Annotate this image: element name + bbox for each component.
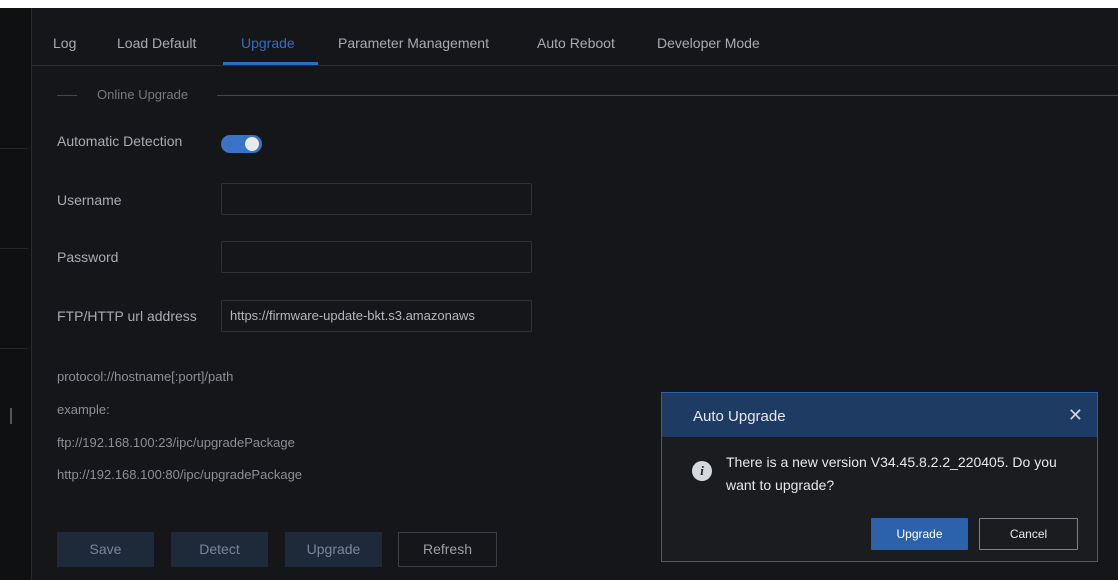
active-tab-indicator — [223, 62, 318, 65]
toggle-knob — [245, 137, 259, 151]
auto-detection-toggle[interactable] — [221, 135, 262, 153]
tab-log[interactable]: Log — [53, 8, 76, 66]
example-ftp: ftp://192.168.100:23/ipc/upgradePackage — [57, 435, 295, 450]
info-icon: i — [692, 461, 712, 481]
tab-bar: Log Load Default Upgrade Parameter Manag… — [32, 8, 1118, 66]
upgrade-settings-window: Log Load Default Upgrade Parameter Manag… — [0, 8, 1118, 580]
section-divider-right — [217, 95, 1118, 96]
sidebar-divider — [0, 248, 28, 249]
username-input[interactable] — [221, 183, 532, 215]
detect-button[interactable]: Detect — [171, 532, 268, 567]
password-label: Password — [57, 249, 119, 265]
upgrade-button[interactable]: Upgrade — [285, 532, 382, 567]
tab-developer-mode[interactable]: Developer Mode — [657, 8, 760, 66]
example-http: http://192.168.100:80/ipc/upgradePackage — [57, 467, 303, 482]
dialog-message: There is a new version V34.45.8.2.2_2204… — [726, 454, 1057, 493]
auto-upgrade-dialog: Auto Upgrade ✕ i There is a new version … — [661, 392, 1098, 562]
left-sidebar — [0, 8, 32, 580]
url-label: FTP/HTTP url address — [57, 308, 197, 324]
section-title: Online Upgrade — [97, 87, 189, 102]
tab-upgrade[interactable]: Upgrade — [241, 8, 295, 66]
sidebar-scroll-marker[interactable] — [10, 408, 12, 424]
sidebar-divider — [0, 348, 28, 349]
tab-load-default[interactable]: Load Default — [117, 8, 196, 66]
dialog-header: Auto Upgrade ✕ — [662, 393, 1097, 437]
example-label: example: — [57, 402, 110, 417]
close-icon[interactable]: ✕ — [1068, 405, 1083, 426]
dialog-cancel-button[interactable]: Cancel — [979, 518, 1078, 550]
save-button[interactable]: Save — [57, 532, 154, 567]
tab-parameter-management[interactable]: Parameter Management — [338, 8, 489, 66]
tab-auto-reboot[interactable]: Auto Reboot — [537, 8, 615, 66]
refresh-button[interactable]: Refresh — [398, 532, 497, 567]
password-input[interactable] — [221, 241, 532, 273]
sidebar-edge — [31, 8, 32, 580]
auto-detection-label: Automatic Detection — [57, 133, 183, 149]
url-input[interactable]: https://firmware-update-bkt.s3.amazonaws — [221, 300, 532, 332]
dialog-title: Auto Upgrade — [693, 408, 786, 425]
dialog-upgrade-button[interactable]: Upgrade — [871, 518, 968, 550]
sidebar-divider — [0, 148, 28, 149]
username-label: Username — [57, 192, 122, 208]
section-divider-left — [57, 95, 77, 96]
url-format-hint: protocol://hostname[:port]/path — [57, 369, 234, 384]
